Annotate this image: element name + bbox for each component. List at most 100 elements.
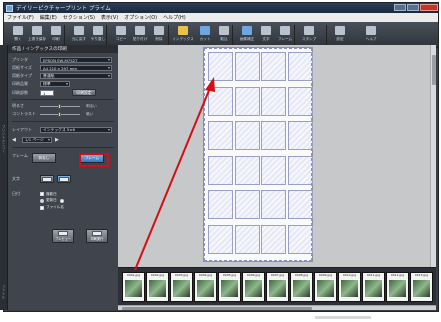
filmstrip-thumbnail[interactable]: 0001.jpg [122, 272, 145, 302]
update-date-radio[interactable] [59, 198, 64, 203]
scroll-thumb[interactable] [432, 55, 436, 85]
filmstrip-thumbnail[interactable]: 0006.jpg [242, 272, 265, 302]
photo-slot[interactable] [208, 86, 233, 116]
toolbar-button-help[interactable]: ヘルプ [360, 24, 382, 46]
caption-date-button[interactable] [40, 175, 54, 183]
filmstrip-thumbnail[interactable]: 0013.jpg [410, 272, 433, 302]
maximize-button[interactable] [407, 4, 419, 11]
photo-slot[interactable] [287, 86, 313, 116]
filmstrip-scrollbar[interactable] [118, 305, 436, 310]
preview-button[interactable]: プレビュー [52, 229, 74, 243]
photo-slot[interactable] [287, 155, 313, 185]
photo-slot[interactable] [234, 86, 260, 116]
contrast-slider[interactable] [40, 111, 80, 117]
vertical-scrollbar[interactable] [430, 45, 436, 267]
photo-slot[interactable] [208, 190, 233, 219]
filmstrip-thumbnail[interactable]: 0012.jpg [386, 272, 409, 302]
filmstrip-thumbnail[interactable]: 0011.jpg [362, 272, 385, 302]
filmstrip-thumbnail[interactable]: 0008.jpg [290, 272, 313, 302]
date-label: 日付 [12, 191, 20, 196]
no-frame-label: 枠なし [38, 155, 50, 160]
photo-slot[interactable] [287, 224, 313, 254]
filmstrip-thumbnail[interactable]: 0005.jpg [218, 272, 241, 302]
photo-slot[interactable] [287, 190, 313, 219]
thumbnail-caption: 0001.jpg [126, 273, 141, 277]
toolbar-button-label: インデックス [172, 37, 194, 41]
menu-edit[interactable]: 編集(E) [40, 14, 57, 21]
quality-select[interactable]: 標準 [40, 81, 70, 87]
minimize-button[interactable] [394, 4, 406, 11]
filmstrip-thumbnail[interactable]: 0010.jpg [338, 272, 361, 302]
print-settings-button[interactable]: 印刷設定 [72, 89, 96, 96]
paper-type-select[interactable]: 普通紙 [40, 73, 112, 79]
photo-slot[interactable] [208, 224, 233, 254]
no-frame-button[interactable]: 枠なし [32, 153, 56, 163]
shooting-date-radio[interactable] [40, 198, 44, 203]
menu-help[interactable]: ヘルプ(H) [163, 14, 186, 21]
file-tab[interactable]: ファイル [1, 285, 7, 299]
photo-slot[interactable] [234, 190, 260, 219]
toolbar-separator [326, 25, 327, 45]
filmstrip-thumbnail[interactable]: 0002.jpg [146, 272, 169, 302]
photo-slot[interactable] [261, 155, 286, 185]
toolbar-separator [294, 25, 295, 45]
window-title: デイリーピクチャープリント プライム [16, 6, 111, 12]
photo-slot[interactable] [234, 155, 260, 185]
print-menu-tab[interactable]: プリントメニュー [1, 125, 7, 153]
thumbnail-caption: 0004.jpg [198, 273, 213, 277]
filmstrip-thumbnail[interactable]: 0007.jpg [266, 272, 289, 302]
photo-slot[interactable] [208, 121, 233, 150]
thumbnail-caption: 0007.jpg [270, 273, 285, 277]
slider-knob[interactable] [58, 111, 61, 117]
toolbar-button-settings[interactable]: 設定 [329, 24, 351, 46]
filmstrip-scroll-thumb[interactable] [122, 307, 312, 310]
photo-slot[interactable] [234, 121, 260, 150]
brightness-slider[interactable] [40, 103, 80, 109]
toolbar-button-label: 画像補正 [239, 37, 255, 41]
photo-slot[interactable] [261, 52, 286, 81]
divider [12, 99, 114, 100]
app-icon [6, 4, 13, 12]
photo-slot[interactable] [261, 86, 286, 116]
thumbnail-caption: 0006.jpg [246, 273, 261, 277]
print-execute-button[interactable]: 印刷実行 [86, 229, 108, 243]
slider-knob[interactable] [58, 103, 61, 109]
page-select[interactable]: 1/1 ページ [22, 137, 52, 143]
copies-input[interactable]: 1 [40, 89, 54, 96]
photo-slot[interactable] [287, 121, 313, 150]
toolbar-button-label: 上書き保存 [28, 37, 46, 41]
toolbar-button-delete[interactable]: 削除 [148, 24, 170, 46]
toolbar-button-index[interactable]: インデックス [172, 24, 194, 46]
paper-size-select[interactable]: A4 210 x 297 mm [40, 65, 112, 71]
toolbar-button-stamp[interactable]: スタンプ [298, 24, 320, 46]
layout-select[interactable]: インデックス 5×6 [40, 127, 112, 133]
photo-slot[interactable] [261, 224, 286, 254]
caption-label: 文字 [12, 176, 20, 181]
filmstrip-thumbnail[interactable]: 0009.jpg [314, 272, 337, 302]
caption-filename-button[interactable] [57, 175, 71, 183]
photo-slot[interactable] [287, 52, 313, 81]
toolbar-button-label: 設定 [336, 37, 344, 41]
print-icon [51, 26, 61, 35]
brightness-label: 明るさ [12, 103, 24, 108]
printer-select[interactable]: EPSON EW-M752T [40, 57, 112, 63]
photo-slot[interactable] [208, 155, 233, 185]
photo-slot[interactable] [234, 224, 260, 254]
photo-slot[interactable] [208, 52, 233, 81]
prev-page-icon[interactable]: ◀ [12, 137, 22, 143]
filmstrip-thumbnail[interactable]: 0003.jpg [170, 272, 193, 302]
toolbar-button-frame[interactable]: フレーム [274, 24, 296, 46]
photo-slot[interactable] [261, 190, 286, 219]
menu-options[interactable]: オプション(O) [124, 14, 157, 21]
close-button[interactable] [420, 4, 438, 11]
filename-checkbox[interactable] [40, 205, 44, 210]
menu-file[interactable]: ファイル(F) [7, 14, 34, 21]
menu-view[interactable]: 表示(V) [101, 14, 118, 21]
next-page-icon[interactable]: ▶ [55, 137, 59, 143]
date-checkbox[interactable] [40, 192, 44, 196]
menu-section[interactable]: セクション(S) [63, 14, 95, 21]
filmstrip-thumbnail[interactable]: 0004.jpg [194, 272, 217, 302]
photo-slot[interactable] [234, 52, 260, 81]
photo-slot[interactable] [261, 121, 286, 150]
thumbnail-caption: 0013.jpg [414, 273, 429, 277]
